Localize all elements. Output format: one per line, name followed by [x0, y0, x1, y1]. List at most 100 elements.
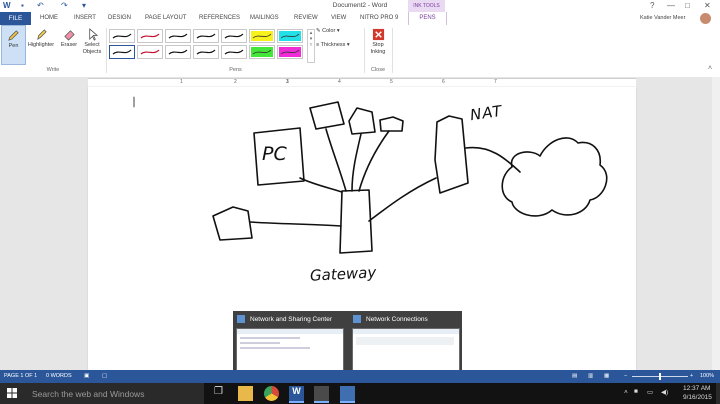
pen-swatch[interactable]: [193, 29, 219, 43]
notification-icon[interactable]: ▭: [647, 388, 653, 396]
pen-swatch[interactable]: [109, 29, 135, 43]
stop-inking-button[interactable]: Stop Inking: [366, 25, 390, 63]
eraser-button[interactable]: Eraser: [58, 25, 80, 63]
pens-gallery: [109, 29, 307, 63]
device-box: [309, 101, 345, 130]
thickness-button[interactable]: ≡ Thickness ▾: [316, 42, 350, 49]
pens-group-label: Pens: [229, 67, 242, 73]
internet-cloud: [501, 137, 608, 217]
vertical-scrollbar[interactable]: [712, 77, 720, 370]
write-group-label: Write: [46, 67, 60, 73]
thumbnail-title[interactable]: Network and Sharing Center: [250, 316, 332, 323]
ruler-number: 2: [234, 79, 237, 85]
zoom-slider-thumb[interactable]: [659, 373, 661, 380]
file-explorer-icon[interactable]: [238, 386, 253, 401]
word-icon[interactable]: W: [289, 386, 304, 403]
maximize-button[interactable]: □: [685, 1, 690, 10]
gallery-more-button[interactable]: ▴ ▾ ▿: [307, 29, 315, 63]
print-layout-icon[interactable]: ▥: [588, 373, 593, 379]
connection-line: [299, 177, 343, 193]
windows-start-icon[interactable]: [7, 388, 17, 398]
user-name[interactable]: Katie Vander Meer: [640, 15, 685, 21]
tray-chevron-icon[interactable]: ˄: [624, 389, 628, 396]
thickness-label: Thickness: [320, 42, 346, 48]
zoom-level[interactable]: 100%: [700, 373, 714, 379]
tab-insert[interactable]: INSERT: [74, 15, 96, 21]
gateway-label: Gateway: [309, 263, 377, 285]
highlighter-button-label: Highlighter: [27, 42, 55, 48]
ruler-number: 6: [442, 79, 445, 85]
clock-date[interactable]: 9/16/2015: [683, 394, 712, 401]
web-layout-icon[interactable]: ▦: [604, 373, 609, 379]
tab-design[interactable]: DESIGN: [108, 15, 131, 21]
tab-references[interactable]: REFERENCES: [199, 15, 240, 21]
zoom-out-icon[interactable]: −: [624, 373, 627, 379]
pen-swatch[interactable]: [193, 45, 219, 59]
network-icon[interactable]: [340, 386, 355, 403]
pen-swatch[interactable]: [249, 29, 275, 43]
nat-box: [434, 115, 469, 194]
task-view-icon[interactable]: ❐: [211, 386, 226, 401]
device-box: [212, 206, 253, 241]
close-button[interactable]: ✕: [704, 1, 711, 10]
minimize-button[interactable]: —: [667, 1, 675, 10]
taskbar: Search the web and Windows ❐ W ˄ ■ ▭ ◀) …: [0, 383, 720, 404]
pen-swatch[interactable]: [249, 45, 275, 59]
select-objects-label: Select Objects: [82, 42, 102, 55]
proofing-icon[interactable]: ▣: [84, 373, 89, 379]
chrome-icon[interactable]: [264, 386, 279, 401]
clock-time[interactable]: 12:37 AM: [683, 385, 710, 392]
pen-button-label: Pen: [8, 43, 19, 49]
select-objects-button[interactable]: Select Objects: [80, 25, 104, 63]
pen-swatch[interactable]: [137, 29, 163, 43]
thumbnail-title[interactable]: Network Connections: [366, 316, 428, 323]
volume-icon[interactable]: ◀): [661, 388, 668, 396]
macro-icon[interactable]: ▢: [102, 373, 107, 379]
pen-swatch[interactable]: [221, 45, 247, 59]
pen-swatch[interactable]: [277, 45, 303, 59]
pen-color-button[interactable]: ✎ Color ▾: [316, 28, 340, 35]
close-group-label: Close: [370, 67, 386, 73]
connection-line: [325, 128, 347, 192]
tab-review[interactable]: REVIEW: [294, 15, 318, 21]
ruler-number: 4: [338, 79, 341, 85]
tray-app-icon[interactable]: ■: [634, 388, 638, 395]
word-count[interactable]: 0 WORDS: [46, 373, 72, 379]
eraser-icon: [63, 30, 75, 41]
help-icon[interactable]: ?: [650, 1, 654, 10]
pen-swatch[interactable]: [221, 29, 247, 43]
tab-nitro-pro[interactable]: NITRO PRO 9: [360, 15, 398, 21]
group-separator: [106, 28, 107, 73]
pen-button[interactable]: Pen: [1, 25, 26, 65]
tab-page-layout[interactable]: PAGE LAYOUT: [145, 15, 186, 21]
control-panel-icon[interactable]: [314, 386, 329, 403]
avatar[interactable]: [700, 13, 711, 24]
page-count[interactable]: PAGE 1 OF 1: [4, 373, 37, 379]
tab-file[interactable]: FILE: [0, 12, 31, 25]
search-box[interactable]: Search the web and Windows: [0, 383, 204, 404]
network-connections-icon: [353, 315, 361, 323]
select-objects-icon: [88, 28, 98, 41]
search-input[interactable]: Search the web and Windows: [32, 389, 144, 399]
tab-view[interactable]: VIEW: [331, 15, 346, 21]
ruler-number: 5: [390, 79, 393, 85]
highlighter-button[interactable]: Highlighter: [25, 25, 57, 63]
ink-tools-context-label: INK TOOLS: [408, 0, 445, 12]
horizontal-ruler: 1 1 2 3 4 5 6 7: [0, 77, 720, 88]
tab-home[interactable]: HOME: [40, 15, 58, 21]
pen-swatch[interactable]: [165, 29, 191, 43]
zoom-in-icon[interactable]: +: [690, 373, 693, 379]
pen-swatch[interactable]: [165, 45, 191, 59]
pen-swatch[interactable]: [137, 45, 163, 59]
pen-swatch[interactable]: [109, 45, 135, 59]
connection-line: [368, 177, 437, 222]
title-bar: W ▪ ↶ ↷ ▾ Document2 - Word INK TOOLS ? —…: [0, 0, 720, 12]
tab-mailings[interactable]: MAILINGS: [250, 15, 279, 21]
pen-swatch[interactable]: [277, 29, 303, 43]
show-desktop-button[interactable]: [716, 383, 720, 404]
collapse-ribbon-icon[interactable]: ˄: [708, 65, 712, 72]
read-mode-icon[interactable]: ▤: [572, 373, 577, 379]
connection-line: [249, 221, 342, 227]
tab-pens[interactable]: PENS: [408, 12, 447, 25]
pen-icon: [8, 30, 19, 41]
